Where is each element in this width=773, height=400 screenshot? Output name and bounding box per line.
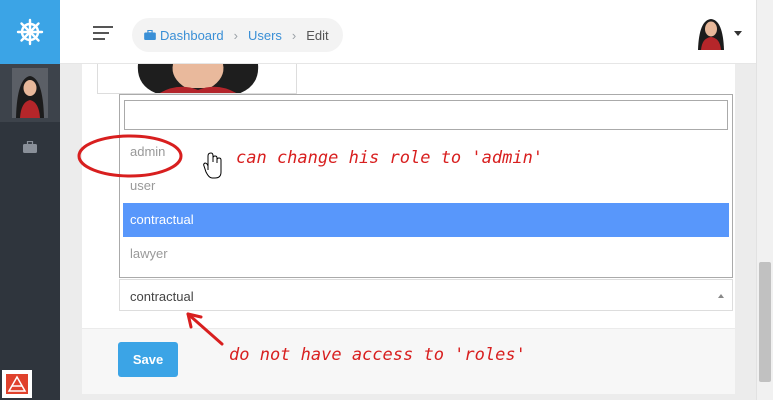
chevron-right-icon: › [291,27,297,43]
breadcrumb-dashboard[interactable]: Dashboard [144,28,224,43]
user-avatar [12,68,48,118]
logo[interactable] [0,0,60,64]
profile-illustration [137,64,259,93]
top-header: Dashboard › Users › Edit [60,0,760,64]
role-option-user[interactable]: user [123,169,729,203]
role-select-value: contractual [130,289,194,304]
taskbar-app[interactable] [2,370,32,398]
breadcrumb-label: Dashboard [160,27,224,43]
save-button[interactable]: Save [118,342,178,377]
sidebar [0,0,60,400]
role-option-contractual[interactable]: contractual [123,203,729,237]
menu-toggle-icon[interactable] [93,26,113,40]
sidebar-item-dashboard[interactable] [0,132,60,162]
profile-photo [97,64,297,94]
role-option-lawyer[interactable]: lawyer [123,237,729,271]
chevron-right-icon: › [233,27,238,43]
caret-down-icon [734,30,742,36]
page-scrollbar[interactable] [756,0,773,400]
arrow-up-icon [718,294,724,298]
annotation-text-bottom: do not have access to 'roles' [229,345,526,365]
role-select[interactable]: contractual [119,279,733,311]
breadcrumb: Dashboard › Users › Edit [132,18,343,52]
role-dropdown: admin user contractual lawyer [119,94,733,278]
scrollbar-thumb[interactable] [759,262,771,382]
annotation-text-top: can change his role to 'admin' [236,148,544,168]
breadcrumb-users[interactable]: Users [248,28,282,43]
ship-wheel-icon [16,18,44,46]
briefcase-icon [23,141,37,153]
app-icon [6,374,28,394]
user-avatar [698,19,724,50]
user-menu[interactable] [696,16,742,50]
role-search-input[interactable] [124,100,728,130]
briefcase-icon [144,30,156,40]
breadcrumb-current: Edit [306,27,329,43]
sidebar-user-avatar[interactable] [0,64,60,122]
